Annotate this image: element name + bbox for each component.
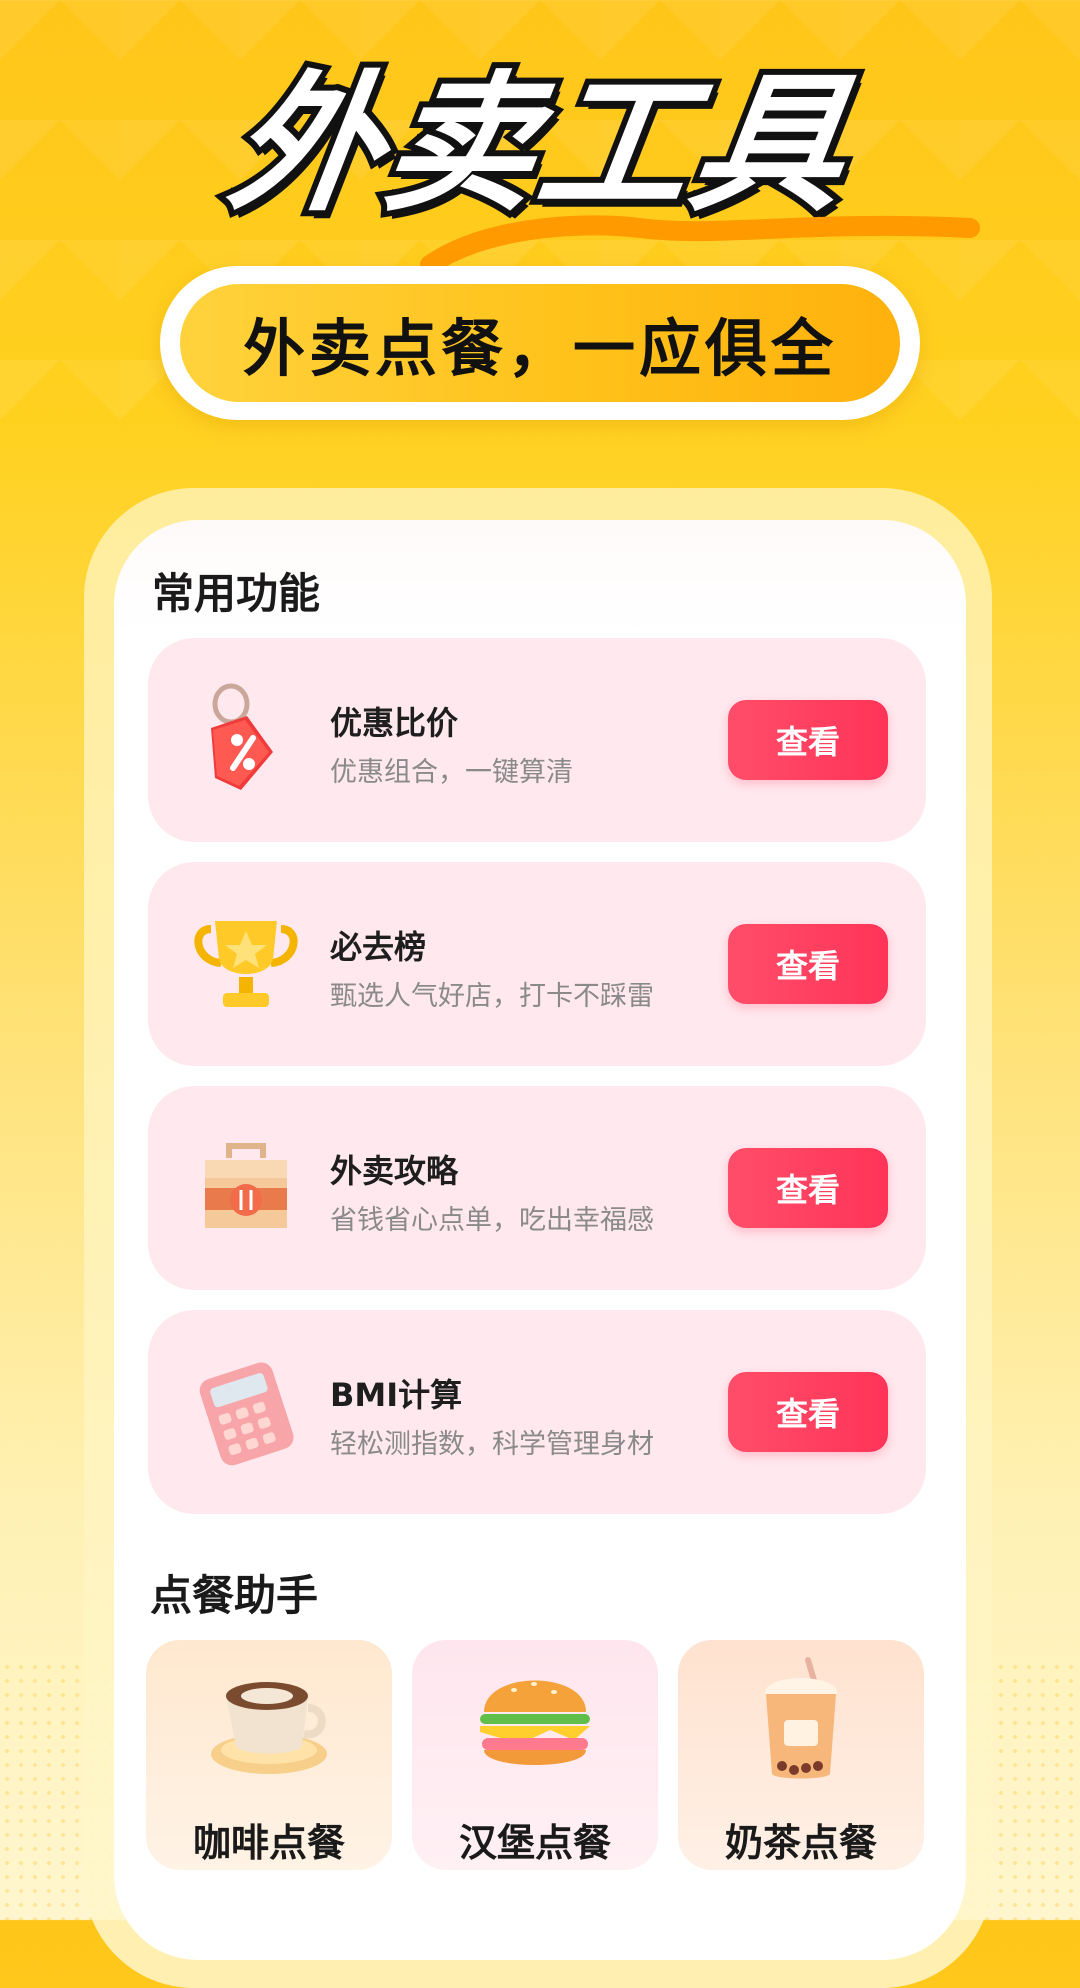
helper-card-burger[interactable]: 汉堡点餐 — [412, 1640, 658, 1870]
takeout-bag-icon — [188, 1130, 304, 1246]
slogan-pill: 外卖点餐，一应俱全 — [180, 284, 900, 402]
slogan-text: 外卖点餐，一应俱全 — [242, 312, 837, 385]
burger-icon — [480, 1680, 590, 1765]
helper-label: 汉堡点餐 — [458, 1821, 611, 1865]
view-button-ranking[interactable]: 查看 — [728, 924, 888, 1004]
feature-card-guide[interactable]: 外卖攻略 省钱省心点单，吃出幸福感 查看 — [148, 1086, 926, 1290]
feature-desc: 轻松测指数，科学管理身材 — [330, 1429, 654, 1460]
milk-tea-icon — [765, 1657, 837, 1779]
feature-name: BMI计算 — [330, 1376, 463, 1414]
helper-label: 咖啡点餐 — [192, 1821, 345, 1865]
view-button-guide[interactable]: 查看 — [728, 1148, 888, 1228]
feature-desc: 优惠组合，一键算清 — [330, 757, 573, 788]
feature-card-discount[interactable]: 优惠比价 优惠组合，一键算清 查看 — [148, 638, 926, 842]
view-button-bmi[interactable]: 查看 — [728, 1372, 888, 1452]
feature-card-ranking[interactable]: 必去榜 甄选人气好店，打卡不踩雷 查看 — [148, 862, 926, 1066]
helper-label: 奶茶点餐 — [724, 1821, 877, 1865]
feature-name: 优惠比价 — [330, 704, 459, 742]
trophy-icon — [188, 906, 304, 1022]
discount-tag-icon — [188, 682, 304, 798]
hero-title: 外卖工具 — [214, 52, 866, 238]
section-title-helper: 点餐助手 — [150, 1571, 319, 1620]
coffee-cup-icon — [211, 1682, 327, 1774]
section-title-common: 常用功能 — [152, 569, 321, 618]
feature-desc: 甄选人气好店，打卡不踩雷 — [330, 981, 654, 1012]
feature-desc: 省钱省心点单，吃出幸福感 — [330, 1205, 654, 1236]
feature-name: 外卖攻略 — [330, 1152, 459, 1190]
helper-card-coffee[interactable]: 咖啡点餐 — [146, 1640, 392, 1870]
view-button-discount[interactable]: 查看 — [728, 700, 888, 780]
feature-name: 必去榜 — [330, 928, 427, 966]
helper-card-milktea[interactable]: 奶茶点餐 — [678, 1640, 924, 1870]
calculator-icon — [188, 1354, 304, 1470]
feature-card-bmi[interactable]: BMI计算 轻松测指数，科学管理身材 查看 — [148, 1310, 926, 1514]
